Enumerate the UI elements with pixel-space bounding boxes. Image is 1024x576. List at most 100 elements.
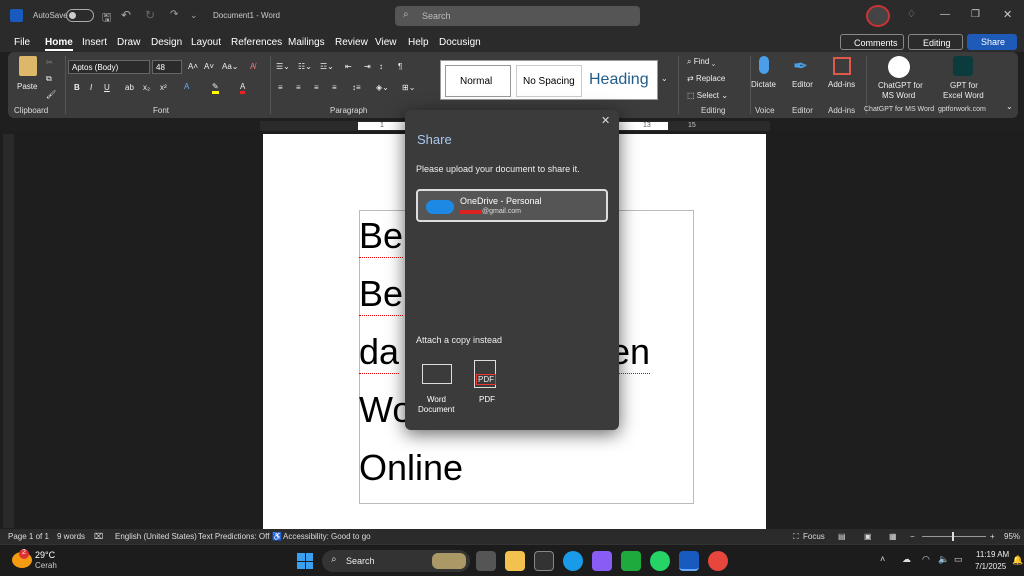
gpt-excel-icon[interactable] [953,56,973,76]
italic-icon[interactable]: I [90,83,92,92]
focus-button[interactable]: Focus [803,532,825,541]
edge-icon[interactable] [563,551,583,571]
collapse-ribbon-icon[interactable]: ⌄ [1006,102,1013,111]
print-layout-icon[interactable]: ▣ [864,532,872,541]
battery-icon[interactable]: ▭ [954,554,963,565]
font-size-select[interactable]: 48 [152,60,182,74]
grow-font-icon[interactable]: A˄ [188,62,198,71]
wifi-icon[interactable]: ◠ [922,554,930,565]
text-predictions-status[interactable]: Text Predictions: Off [198,532,269,541]
close-icon[interactable]: ✕ [601,114,610,127]
align-left-icon[interactable]: ≡ [278,83,283,92]
comments-button[interactable]: Comments [840,34,904,50]
tab-mailings[interactable]: Mailings [288,37,325,48]
style-no-spacing[interactable]: No Spacing [516,65,582,97]
minimize-icon[interactable]: — [940,9,950,20]
zoom-level[interactable]: 95% [1004,532,1020,541]
editor-icon[interactable]: ✒ [793,56,808,77]
subscript-icon[interactable]: x₂ [143,83,150,92]
word-count[interactable]: 9 words [57,532,85,541]
copilot-icon[interactable] [592,551,612,571]
zoom-in-icon[interactable]: + [990,532,995,541]
doc-line-3[interactable]: da [359,331,400,374]
close-icon[interactable]: ✕ [1003,8,1012,21]
read-mode-icon[interactable]: ▤ [838,532,846,541]
notifications-icon[interactable]: 🔔 [1012,555,1023,566]
weather-temp[interactable]: 29°C [35,550,55,560]
paste-button[interactable]: Paste [17,82,37,91]
redo-icon[interactable]: ↻ [145,8,155,22]
decrease-indent-icon[interactable]: ⇤ [345,62,352,71]
highlight-icon[interactable]: ✎ [212,82,219,94]
replace-button[interactable]: ⇄ Replace [687,74,725,83]
clock-date[interactable]: 7/1/2025 [975,562,1006,571]
dictate-button[interactable]: Dictate [751,80,776,89]
find-button[interactable]: ⌕ Find ⌄ [687,57,715,67]
text-effects-icon[interactable]: A [184,82,189,91]
font-color-icon[interactable]: A [240,82,246,94]
task-view-icon[interactable] [476,551,496,571]
zoom-out-icon[interactable]: − [910,532,915,541]
undo-icon[interactable]: ↶ [121,8,131,22]
onedrive-tray-icon[interactable]: ☁ [902,554,911,565]
vertical-ruler[interactable] [3,134,14,528]
chrome-icon[interactable] [708,551,728,571]
chatgpt-icon[interactable] [888,56,910,78]
lightbulb-icon[interactable]: ♢ [907,9,916,20]
multilevel-list-icon[interactable]: ☲⌄ [320,62,334,71]
styles-more-icon[interactable]: ⌄ [661,74,668,83]
whatsapp-icon[interactable] [650,551,670,571]
numbering-icon[interactable]: ☷⌄ [298,62,312,71]
search-box[interactable]: ⌕ Search [395,6,640,26]
addins-icon[interactable] [833,57,851,75]
cut-icon[interactable]: ✂ [46,58,53,67]
tab-file[interactable]: File [14,37,30,48]
taskbar-search[interactable]: ⌕ Search [322,550,470,572]
underline-icon[interactable]: U [104,83,110,92]
shading-icon[interactable]: ◈⌄ [376,83,389,92]
attach-word-document-button[interactable]: Word Document [415,358,460,416]
tab-design[interactable]: Design [151,37,182,48]
styles-gallery[interactable]: Normal No Spacing Heading [440,60,658,100]
gpt-excel-button-line1[interactable]: GPT for [950,81,978,90]
tab-insert[interactable]: Insert [82,37,107,48]
accessibility-status[interactable]: Accessibility: Good to go [283,532,371,541]
attach-pdf-button[interactable]: PDF PDF [467,358,507,406]
windows-start-icon[interactable] [297,553,313,569]
paste-icon[interactable] [19,56,37,76]
strikethrough-icon[interactable]: ab [125,83,134,92]
doc-line-1[interactable]: Be [359,215,404,258]
autosave-toggle[interactable] [66,9,94,22]
clock-time[interactable]: 11:19 AM [976,550,1009,559]
language-status[interactable]: English (United States) [115,532,197,541]
format-painter-icon[interactable]: 🖌 [46,90,56,99]
tab-help[interactable]: Help [408,37,429,48]
borders-icon[interactable]: ⊞⌄ [402,83,415,92]
sort-icon[interactable]: ↕ [379,62,383,71]
proofing-icon[interactable]: ⌧ [94,532,103,541]
superscript-icon[interactable]: x² [160,83,167,92]
zoom-slider[interactable] [922,532,986,541]
page-count[interactable]: Page 1 of 1 [8,532,49,541]
zoom-slider-handle[interactable] [952,532,954,541]
volume-icon[interactable]: 🔈 [938,554,949,565]
chatgpt-button-line1[interactable]: ChatGPT for [878,81,923,90]
copy-icon[interactable]: ⧉ [46,74,52,84]
microphone-icon[interactable] [759,56,769,74]
justify-icon[interactable]: ≡ [332,83,337,92]
tab-references[interactable]: References [231,37,282,48]
editing-mode-button[interactable]: Editing [908,34,963,50]
tab-docusign[interactable]: Docusign [439,37,481,48]
line-spacing-icon[interactable]: ↕≡ [352,83,361,92]
change-case-icon[interactable]: Aa⌄ [222,62,239,71]
doc-line-2[interactable]: Be [359,273,404,316]
show-marks-icon[interactable]: ¶ [398,62,402,71]
increase-indent-icon[interactable]: ⇥ [364,62,371,71]
font-family-select[interactable]: Aptos (Body) [68,60,150,74]
word-taskbar-icon[interactable] [679,551,699,571]
style-heading[interactable]: Heading [587,65,655,97]
chatgpt-button-line2[interactable]: MS Word [882,91,915,100]
web-layout-icon[interactable]: ▦ [889,532,897,541]
repeat-icon[interactable]: ↷ [170,9,178,20]
tab-draw[interactable]: Draw [117,37,140,48]
